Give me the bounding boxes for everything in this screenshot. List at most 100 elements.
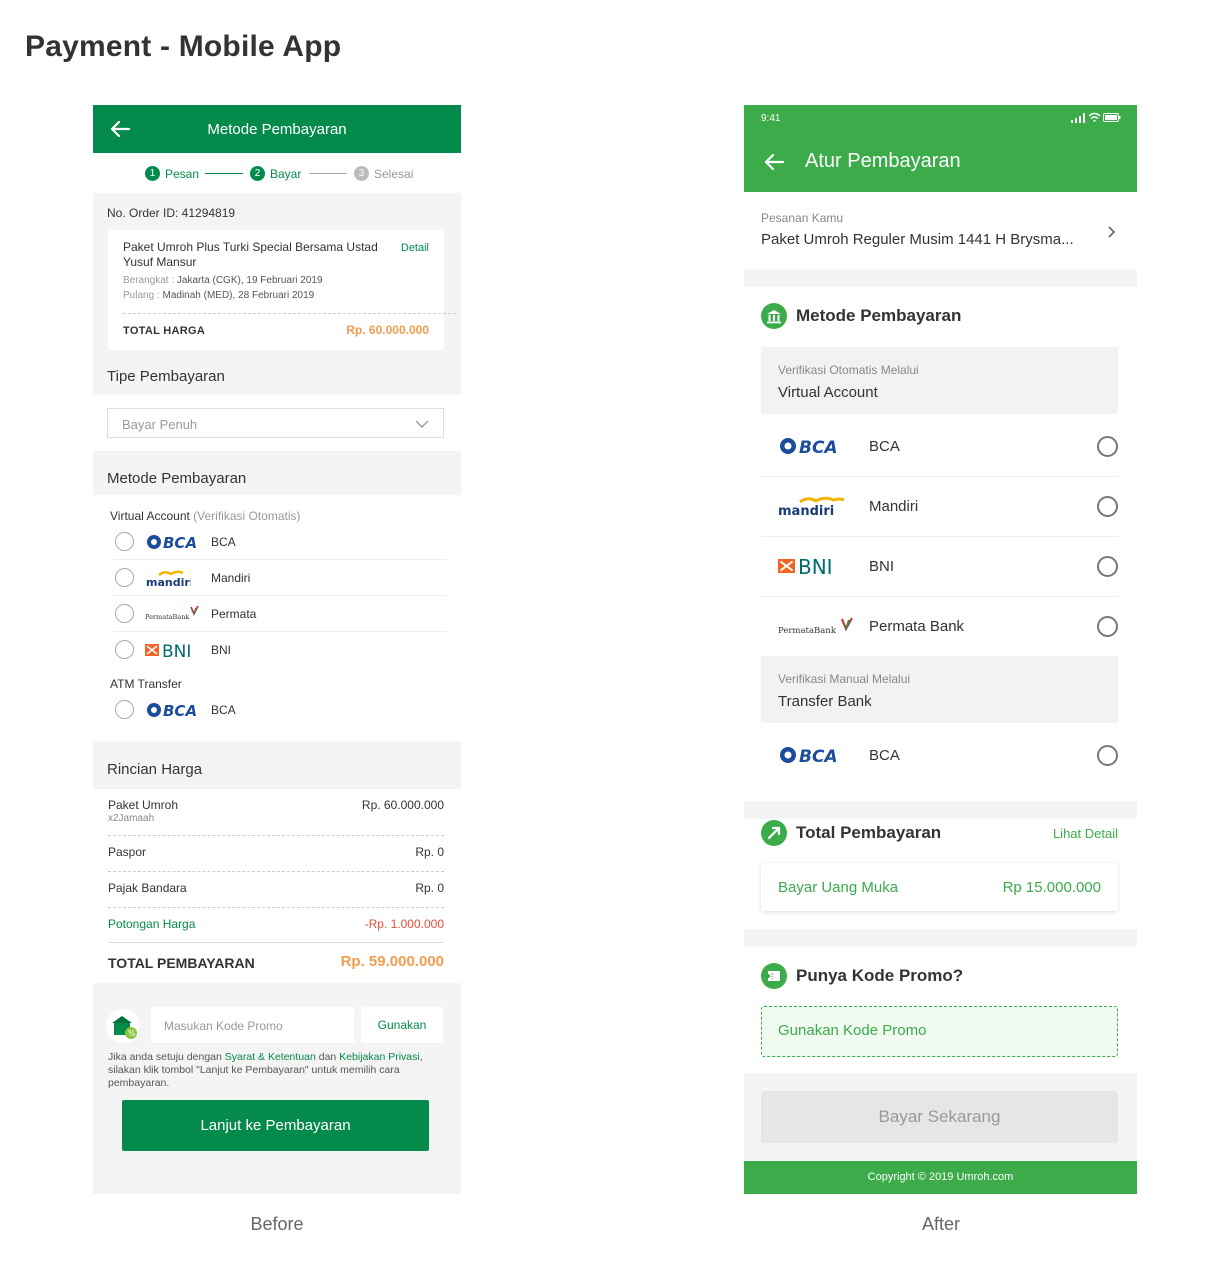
- app-header: Metode Pembayaran: [93, 105, 461, 153]
- package-name: Paket Umroh Plus Turki Special Bersama U…: [123, 240, 378, 269]
- svg-text:BCA: BCA: [799, 438, 838, 457]
- terms-text: Jika anda setuju dengan Syarat & Ketentu…: [108, 1051, 438, 1090]
- caption-after: After: [921, 1214, 960, 1234]
- svg-text:BCA: BCA: [163, 534, 197, 552]
- payment-type-select[interactable]: Bayar Penuh: [107, 408, 444, 438]
- divider: [761, 596, 1118, 597]
- payment-type-title: Tipe Pembayaran: [107, 368, 225, 385]
- price-row-label: Pajak Bandara: [108, 881, 187, 895]
- departure-label: Berangkat :: [123, 275, 177, 286]
- radio-bca[interactable]: [1097, 436, 1118, 457]
- bank-name: BNI: [869, 558, 895, 575]
- discount-label: Potongan Harga: [108, 917, 196, 931]
- divider: [108, 871, 444, 872]
- svg-text:BNI: BNI: [798, 555, 833, 577]
- price-row-value: Rp. 0: [415, 881, 444, 895]
- return-label: Pulang :: [123, 290, 163, 301]
- total-price-label: TOTAL HARGA: [123, 325, 206, 337]
- privacy-link[interactable]: Kebijakan Privasi: [339, 1051, 420, 1063]
- radio-bca[interactable]: [115, 532, 134, 551]
- total-price-value: Rp. 60.000.000: [346, 323, 429, 337]
- bank-name: BCA: [869, 747, 900, 764]
- chevron-right-icon: [1108, 226, 1116, 238]
- down-payment-value: Rp 15.000.000: [1002, 879, 1101, 896]
- radio-bni[interactable]: [115, 640, 134, 659]
- divider: [123, 313, 456, 314]
- step-number: 3: [354, 166, 369, 181]
- use-promo-button[interactable]: Gunakan Kode Promo: [761, 1006, 1118, 1057]
- apply-promo-button[interactable]: Gunakan: [361, 1007, 443, 1043]
- bca-logo-icon: BCA: [780, 438, 838, 457]
- bank-icon: [761, 303, 787, 329]
- payment-type-value: Bayar Penuh: [122, 417, 198, 432]
- departure-value: Jakarta (CGK), 19 Februari 2019: [176, 275, 323, 286]
- footer-copyright: Copyright © 2019 Umroh.com: [744, 1161, 1137, 1194]
- view-detail-link[interactable]: Lihat Detail: [1053, 826, 1118, 841]
- header-title: Metode Pembayaran: [207, 121, 347, 138]
- battery-icon: [1103, 113, 1121, 122]
- bni-logo-icon: BNI: [778, 555, 833, 577]
- radio-bni[interactable]: [1097, 556, 1118, 577]
- header-title: Atur Pembayaran: [805, 150, 961, 172]
- promo-code-input[interactable]: Masukan Kode Promo: [151, 1007, 354, 1043]
- continue-payment-button[interactable]: Lanjut ke Pembayaran: [122, 1100, 429, 1151]
- radio-mandiri[interactable]: [115, 568, 134, 587]
- svg-text:PermataBank: PermataBank: [778, 626, 837, 636]
- pay-now-button[interactable]: Bayar Sekarang: [761, 1091, 1118, 1143]
- promo-icon: %: [106, 1009, 140, 1043]
- svg-text:mandiri: mandiri: [778, 504, 834, 517]
- bank-name: Mandiri: [211, 571, 251, 585]
- bank-name: Permata: [211, 607, 257, 621]
- promo-title: Punya Kode Promo?: [796, 966, 964, 985]
- radio-transfer-bca[interactable]: [1097, 745, 1118, 766]
- page-title: Payment - Mobile App: [25, 30, 342, 63]
- bca-logo-icon: BCA: [147, 702, 197, 720]
- return-info: Pulang : Madinah (MED), 28 Februari 2019: [123, 290, 314, 301]
- bank-name: Permata Bank: [869, 618, 965, 635]
- manual-small-label: Verifikasi Manual Melalui: [778, 672, 911, 686]
- back-arrow-icon[interactable]: [763, 151, 785, 173]
- bank-name: BCA: [211, 703, 236, 717]
- detail-link[interactable]: Detail: [401, 242, 429, 254]
- discount-value: -Rp. 1.000.000: [364, 917, 444, 931]
- va-small-label: Verifikasi Otomatis Melalui: [778, 363, 919, 377]
- step-label: Selesai: [374, 167, 414, 181]
- step-connector: [205, 173, 243, 174]
- radio-mandiri[interactable]: [1097, 496, 1118, 517]
- radio-permata[interactable]: [115, 604, 134, 623]
- mandiri-logo-icon: mandiri: [146, 570, 191, 588]
- atm-transfer-label: ATM Transfer: [110, 677, 182, 691]
- svg-text:mandiri: mandiri: [146, 576, 191, 588]
- departure-info: Berangkat : Jakarta (CGK), 19 Februari 2…: [123, 275, 323, 286]
- down-payment-card: Bayar Uang Muka Rp 15.000.000: [761, 863, 1118, 911]
- wallet-icon: [761, 820, 787, 846]
- terms-link[interactable]: Syarat & Ketentuan: [225, 1051, 316, 1063]
- va-label: Virtual Account: [778, 384, 878, 401]
- svg-text:%: %: [128, 1029, 136, 1038]
- status-bar: 9:41: [744, 105, 1137, 131]
- after-phone-screen: 9:41 Atur Pembayaran Pesanan Kamu Paket …: [744, 105, 1137, 1194]
- radio-permata[interactable]: [1097, 616, 1118, 637]
- divider: [108, 835, 444, 836]
- signal-icon: [1071, 113, 1085, 123]
- divider: [113, 559, 446, 560]
- status-time: 9:41: [761, 113, 781, 124]
- bank-name: BCA: [211, 535, 236, 549]
- divider: [108, 907, 444, 908]
- step-number: 1: [145, 166, 160, 181]
- manual-transfer-group: Verifikasi Manual Melalui Transfer Bank: [761, 656, 1118, 723]
- bca-logo-icon: BCA: [147, 534, 197, 552]
- mandiri-logo-icon: mandiri: [778, 496, 845, 517]
- divider: [113, 631, 446, 632]
- price-details-title: Rincian Harga: [107, 761, 203, 778]
- bca-logo-icon: BCA: [780, 747, 838, 766]
- divider: [761, 476, 1118, 477]
- divider: [761, 536, 1118, 537]
- payment-method-title: Metode Pembayaran: [796, 306, 962, 325]
- app-header: Atur Pembayaran: [744, 131, 1137, 192]
- va-label-text: Virtual Account: [110, 509, 190, 523]
- package-card: Paket Umroh Plus Turki Special Bersama U…: [108, 230, 456, 350]
- total-payment-title: Total Pembayaran: [796, 823, 942, 842]
- radio-atm-bca[interactable]: [115, 700, 134, 719]
- return-value: Madinah (MED), 28 Februari 2019: [162, 290, 315, 301]
